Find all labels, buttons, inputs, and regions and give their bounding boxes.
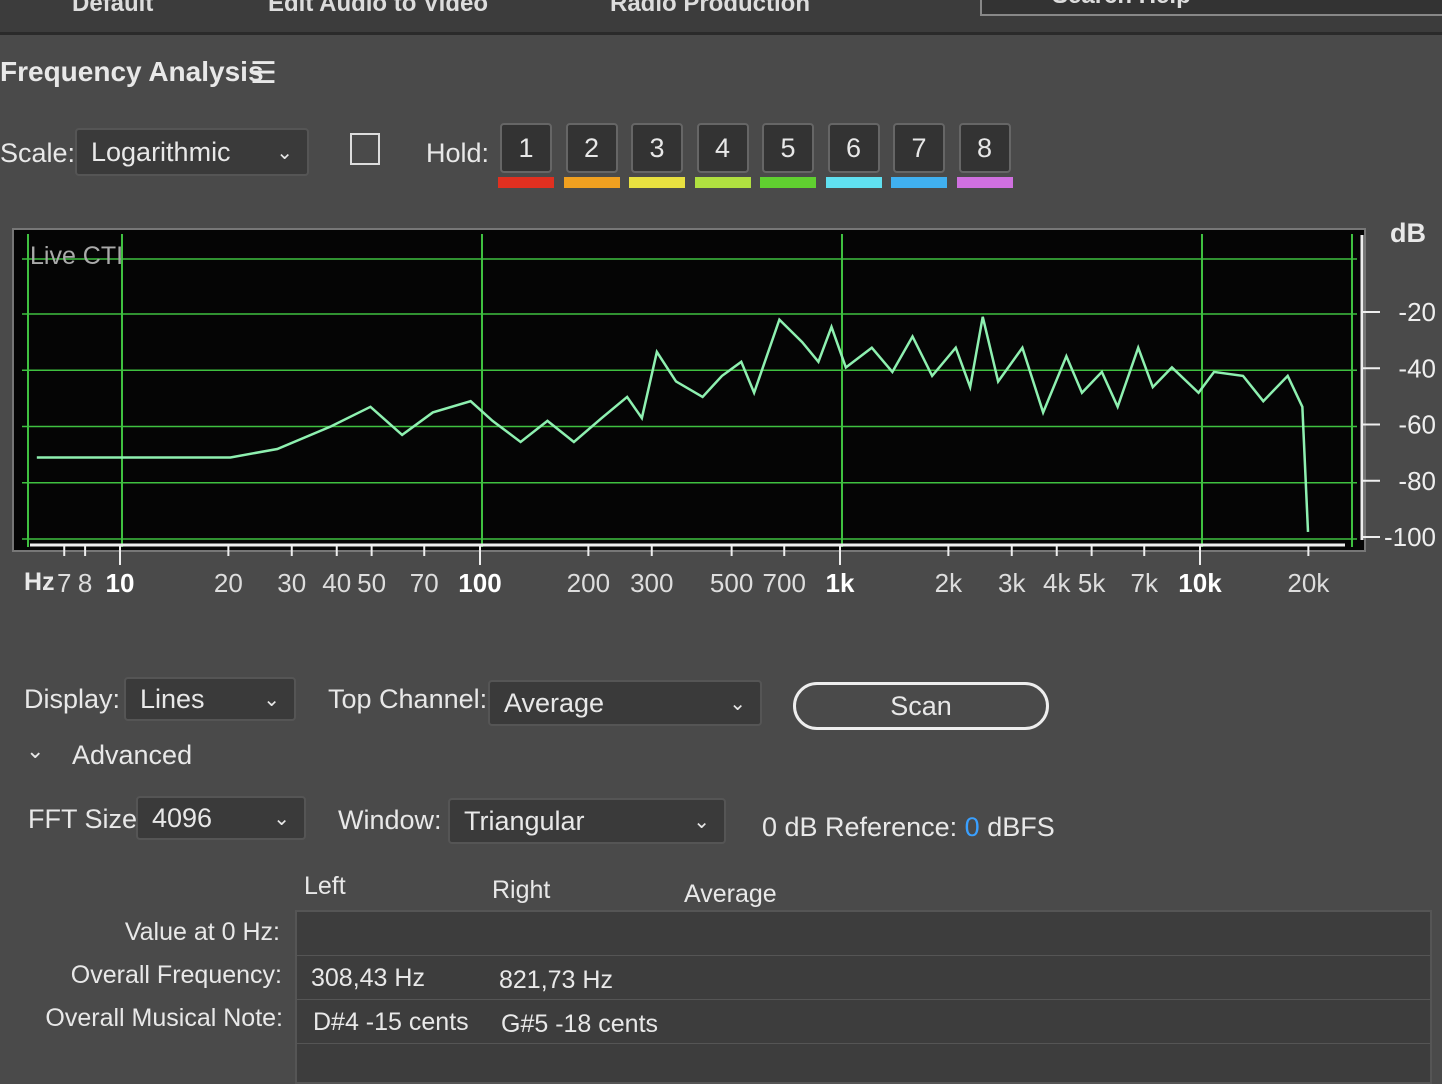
x-tick-label: 70 [410, 568, 439, 598]
x-tick-label: 2k [935, 568, 963, 598]
db-reference-label: 0 dB Reference: [762, 812, 958, 842]
y-tick-label: -100 [1384, 522, 1436, 552]
window-value: Triangular [464, 805, 585, 836]
scan-button[interactable]: Scan [793, 682, 1049, 730]
window-label: Window: [338, 805, 442, 835]
fft-size-dropdown[interactable]: 4096 ⌄ [136, 796, 306, 840]
y-tick-label: -20 [1398, 297, 1436, 327]
advanced-toggle[interactable]: Advanced [72, 740, 192, 771]
x-tick-label: 3k [998, 568, 1026, 598]
x-tick-label: 8 [78, 568, 92, 598]
y-tick-label: -40 [1398, 353, 1436, 383]
cell-left: 308,43 Hz [311, 964, 425, 992]
x-tick-label: 7k [1131, 568, 1159, 598]
chevron-down-icon: ⌄ [263, 688, 280, 711]
x-tick-label: 1k [826, 568, 855, 598]
cell-right: 821,73 Hz [499, 966, 613, 994]
results-table: 308,43 Hz 821,73 Hz D#4 -15 cents G#5 -18 … [295, 910, 1432, 1084]
x-tick-label: 10 [106, 568, 135, 598]
row-label: Value at 0 Hz: [124, 918, 280, 946]
fft-size-label: FFT Size: [28, 804, 145, 834]
chevron-down-icon: ⌄ [729, 692, 746, 715]
table-row [297, 912, 1430, 956]
chevron-down-icon: ⌄ [693, 810, 710, 833]
x-tick-label: 30 [277, 568, 306, 598]
x-tick-label: 200 [567, 568, 610, 598]
x-tick-label: 5k [1078, 568, 1106, 598]
column-header-left: Left [304, 872, 346, 900]
table-row: 308,43 Hz 821,73 Hz [297, 956, 1430, 1000]
fft-size-value: 4096 [152, 802, 213, 833]
top-channel-label: Top Channel: [328, 684, 488, 714]
cell-right: G#5 -18 cents [501, 1010, 659, 1038]
x-tick-label: 4k [1043, 568, 1071, 598]
x-tick-label: 300 [630, 568, 673, 598]
top-channel-value: Average [504, 687, 605, 718]
db-reference-unit: dBFS [987, 812, 1055, 842]
y-tick-label: -60 [1398, 410, 1436, 440]
display-dropdown[interactable]: Lines ⌄ [124, 677, 296, 721]
window-dropdown[interactable]: Triangular ⌄ [448, 798, 726, 844]
display-label: Display: [24, 684, 121, 714]
x-tick-label: 20k [1287, 568, 1330, 598]
x-tick-label: 10k [1178, 568, 1222, 598]
top-channel-dropdown[interactable]: Average ⌄ [488, 680, 762, 726]
cell-left: D#4 -15 cents [313, 1008, 469, 1036]
chevron-down-icon[interactable]: ⌄ [26, 738, 44, 764]
chart-axes: 7 8 10 20 30 40 50 70 100 200 300 500 700 1k 2k 3k 4k 5k 7… [30, 235, 1436, 598]
chevron-down-icon: ⌄ [273, 807, 290, 830]
x-tick-label: 100 [458, 568, 501, 598]
display-value: Lines [140, 683, 205, 714]
column-header-right: Right [492, 876, 551, 904]
x-tick-label: 7 [57, 568, 71, 598]
db-reference-value[interactable]: 0 [965, 812, 980, 842]
db-reference: 0 dB Reference: 0 dBFS [762, 812, 1055, 843]
row-label: Overall Musical Note: [45, 1004, 283, 1032]
x-tick-label: 700 [763, 568, 806, 598]
x-tick-label: 50 [357, 568, 386, 598]
x-tick-label: 40 [322, 568, 351, 598]
x-tick-label: 20 [214, 568, 243, 598]
table-row: D#4 -15 cents G#5 -18 cents [297, 1000, 1430, 1044]
x-tick-label: 500 [710, 568, 753, 598]
row-label: Overall Frequency: [70, 961, 282, 989]
column-header-average: Average [684, 880, 777, 908]
y-tick-label: -80 [1398, 466, 1436, 496]
